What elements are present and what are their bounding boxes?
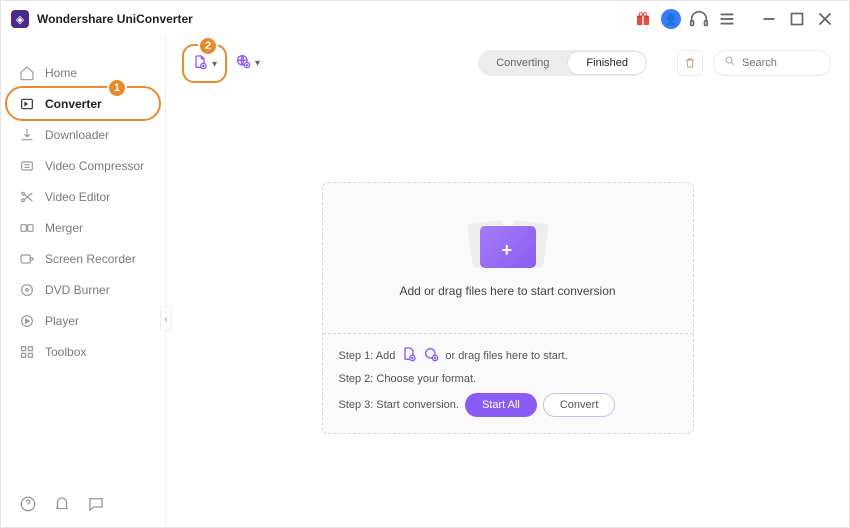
trash-button[interactable] [677, 50, 703, 76]
help-icon[interactable] [19, 495, 37, 513]
sidebar-item-label: Player [45, 314, 79, 328]
compressor-icon [19, 158, 35, 174]
gift-icon[interactable] [632, 8, 654, 30]
annotation-badge-1: 1 [107, 78, 127, 98]
downloader-icon [19, 127, 35, 143]
sidebar-item-label: DVD Burner [45, 283, 110, 297]
recorder-icon [19, 251, 35, 267]
sidebar-collapse-button[interactable]: ‹ [160, 307, 172, 331]
home-icon [19, 65, 35, 81]
maximize-icon[interactable] [786, 8, 808, 30]
close-icon[interactable] [814, 8, 836, 30]
sidebar-item-label: Video Editor [45, 190, 110, 204]
sidebar-item-label: Screen Recorder [45, 252, 136, 266]
step2-text: Step 2: Choose your format. [339, 373, 477, 385]
sidebar-item-merger[interactable]: Merger [1, 212, 165, 243]
sidebar-item-editor[interactable]: Video Editor [1, 181, 165, 212]
hamburger-icon[interactable] [716, 8, 738, 30]
chevron-down-icon: ▾ [255, 58, 260, 69]
search-icon [724, 54, 736, 72]
minimize-icon[interactable] [758, 8, 780, 30]
status-segment: Converting Finished [478, 50, 647, 76]
sidebar-item-converter[interactable]: Converter 1 [7, 88, 159, 119]
sidebar-item-compressor[interactable]: Video Compressor [1, 150, 165, 181]
scissors-icon [19, 189, 35, 205]
search-input[interactable] [742, 57, 822, 69]
disc-icon [19, 282, 35, 298]
add-url-icon [235, 53, 251, 74]
app-window: ◈ Wondershare UniConverter 👤 Home Conver… [0, 0, 850, 528]
sidebar-item-player[interactable]: Player [1, 305, 165, 336]
add-url-icon [423, 346, 439, 365]
headset-icon[interactable] [688, 8, 710, 30]
sidebar-footer [1, 485, 165, 527]
add-file-icon [401, 346, 417, 365]
step1-prefix: Step 1: Add [339, 350, 396, 362]
add-file-icon [192, 54, 208, 75]
sidebar-item-label: Converter [45, 97, 102, 111]
sidebar-item-label: Video Compressor [45, 159, 144, 173]
sidebar-item-recorder[interactable]: Screen Recorder [1, 243, 165, 274]
sidebar-item-dvd[interactable]: DVD Burner [1, 274, 165, 305]
folder-plus-icon: + [468, 218, 548, 270]
sidebar-item-label: Merger [45, 221, 83, 235]
convert-button[interactable]: Convert [543, 393, 616, 417]
avatar[interactable]: 👤 [660, 8, 682, 30]
feedback-icon[interactable] [87, 495, 105, 513]
sidebar: Home Converter 1 Downloader Video Compre… [1, 37, 166, 527]
bell-icon[interactable] [53, 495, 71, 513]
dropzone[interactable]: + Add or drag files here to start conver… [322, 182, 694, 434]
sidebar-item-toolbox[interactable]: Toolbox [1, 336, 165, 367]
content-area: + Add or drag files here to start conver… [166, 89, 849, 527]
dropzone-steps: Step 1: Add or drag files here to start.… [323, 333, 693, 433]
annotation-badge-2: 2 [198, 36, 218, 56]
search-box[interactable] [713, 50, 831, 76]
step1-suffix: or drag files here to start. [445, 350, 567, 362]
app-logo: ◈ [11, 10, 29, 28]
start-all-button[interactable]: Start All [465, 393, 537, 417]
add-url-button[interactable]: ▾ [235, 53, 260, 74]
dropzone-text: Add or drag files here to start conversi… [399, 284, 615, 298]
converter-icon [19, 96, 35, 112]
app-title: Wondershare UniConverter [37, 12, 193, 26]
sidebar-item-label: Downloader [45, 128, 109, 142]
step3-prefix: Step 3: Start conversion. [339, 399, 459, 411]
play-icon [19, 313, 35, 329]
merger-icon [19, 220, 35, 236]
sidebar-item-home[interactable]: Home [1, 57, 165, 88]
sidebar-item-label: Toolbox [45, 345, 86, 359]
add-file-button[interactable]: ▾ 2 [184, 46, 225, 81]
segment-converting[interactable]: Converting [478, 51, 567, 75]
toolbar: ▾ 2 ▾ Converting Finished [166, 37, 849, 89]
sidebar-item-downloader[interactable]: Downloader [1, 119, 165, 150]
grid-icon [19, 344, 35, 360]
sidebar-item-label: Home [45, 66, 77, 80]
main-panel: ▾ 2 ▾ Converting Finished [166, 37, 849, 527]
segment-finished[interactable]: Finished [567, 51, 647, 75]
chevron-down-icon: ▾ [212, 59, 217, 70]
titlebar: ◈ Wondershare UniConverter 👤 [1, 1, 849, 37]
